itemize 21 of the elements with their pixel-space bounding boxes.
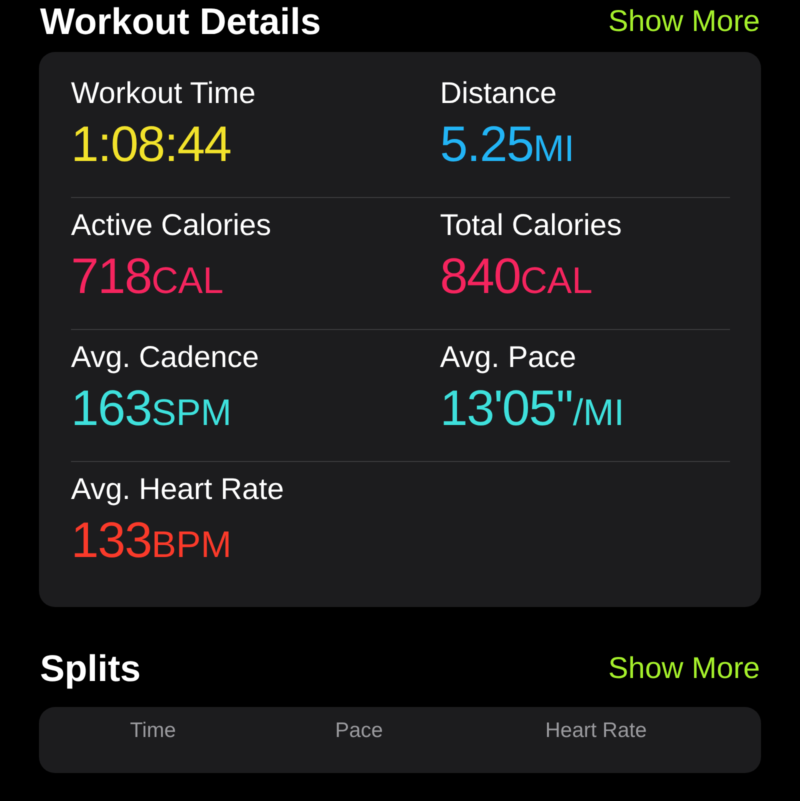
metric-value: 840CAL	[440, 247, 594, 306]
metric-label: Total Calories	[440, 208, 623, 244]
column-header: Pace	[334, 719, 384, 743]
metric-value: 163SPM	[71, 379, 233, 438]
column-header: Heart Rate	[544, 719, 648, 743]
metric-label: Avg. Heart Rate	[71, 472, 285, 508]
metric-label: Distance	[440, 76, 558, 112]
metric-value: 133BPM	[71, 511, 233, 570]
metric-value: 13'05''/MI	[440, 379, 626, 438]
metric-value: 1:08:44	[71, 115, 232, 174]
metric-label: Workout Time	[71, 76, 256, 112]
metric-value: 718CAL	[71, 247, 224, 306]
column-header: Time	[129, 719, 177, 743]
show-more-link[interactable]: Show More	[608, 0, 760, 44]
metric-label: Avg. Pace	[440, 340, 578, 376]
metric-value: 5.25MI	[440, 115, 576, 174]
show-more-link[interactable]: Show More	[608, 647, 760, 691]
metric-label: Active Calories	[71, 208, 272, 244]
section-title: Workout Details	[40, 0, 321, 44]
metric-label: Avg. Cadence	[71, 340, 260, 376]
section-title: Splits	[40, 647, 141, 691]
